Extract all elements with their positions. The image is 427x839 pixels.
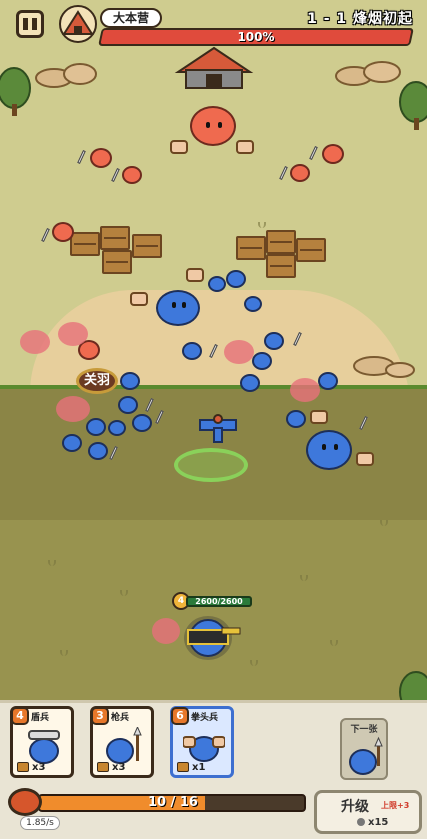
enemy-fist xyxy=(236,140,254,154)
player-big-unit xyxy=(306,430,352,470)
next-card-label: 下一张 xyxy=(350,725,378,735)
hero-name-tag[interactable]: 关羽 xyxy=(76,368,118,394)
tree xyxy=(399,81,427,130)
rocks xyxy=(35,63,97,88)
card-name: 拳头兵 xyxy=(191,713,219,723)
fist-icon xyxy=(183,736,225,762)
player-unit xyxy=(182,342,202,360)
card-count: x3 xyxy=(17,762,45,773)
enemy-unit xyxy=(52,222,74,242)
rally-flag-icon[interactable] xyxy=(196,414,240,450)
player-fist xyxy=(130,292,148,306)
enemy-fist xyxy=(170,140,188,154)
spear-icon xyxy=(106,727,142,764)
player-unit xyxy=(86,418,106,436)
player-unit xyxy=(88,442,108,460)
crate xyxy=(100,226,130,250)
card-name: 枪兵 xyxy=(111,713,130,723)
player-unit xyxy=(286,410,306,428)
enemy-base-building xyxy=(174,46,254,89)
card-shield-soldier[interactable]: 4 盾兵 x3 xyxy=(10,706,74,778)
base-name-label: 大本营 xyxy=(100,8,162,28)
card-cost: 6 xyxy=(171,707,189,725)
card-count: x1 xyxy=(177,762,205,773)
hit-splat xyxy=(224,340,254,364)
player-fist xyxy=(310,410,328,424)
player-unit xyxy=(252,352,272,370)
shield-icon xyxy=(28,730,60,764)
crate xyxy=(296,238,326,262)
card-count: x3 xyxy=(97,762,125,773)
hero-hp-text: 2600/2600 xyxy=(186,596,252,607)
stage-label: 1 - 1 烽烟初起 xyxy=(307,11,413,27)
player-unit xyxy=(244,296,262,312)
enemy-unit xyxy=(90,148,112,168)
base-tent-icon xyxy=(59,5,97,43)
player-unit xyxy=(62,434,82,452)
energy-meter: 10 / 16 1.85/s xyxy=(8,786,308,832)
player-unit xyxy=(132,414,152,432)
hit-splat xyxy=(56,396,90,422)
hit-splat xyxy=(20,330,50,354)
rocks xyxy=(335,61,401,86)
card-cost: 3 xyxy=(91,707,109,725)
player-big-unit xyxy=(156,290,200,326)
hit-splat xyxy=(290,378,320,402)
next-unit-icon xyxy=(349,736,383,775)
rally-point-ring[interactable] xyxy=(174,448,248,482)
player-unit xyxy=(118,396,138,414)
crate xyxy=(266,230,296,254)
upgrade-label: 升级 xyxy=(341,799,369,815)
base-health-bar: 100% xyxy=(98,28,414,46)
hit-splat xyxy=(58,322,88,346)
meat-icon xyxy=(8,788,42,816)
upgrade-cost: x15 xyxy=(357,817,388,828)
player-unit xyxy=(120,372,140,390)
crate xyxy=(266,254,296,278)
player-unit xyxy=(226,270,246,288)
card-name: 盾兵 xyxy=(31,713,50,723)
next-card-preview: 下一张 xyxy=(340,718,388,780)
player-unit xyxy=(208,276,226,292)
hit-splat xyxy=(152,618,180,644)
card-fist-soldier[interactable]: 6 拳头兵 x1 xyxy=(170,706,234,778)
game-stage[interactable]: 关羽 4 2600/2600 100% 大本营 1 - 1 烽烟初起 4 盾兵 xyxy=(0,0,427,839)
upgrade-button[interactable]: 升级 上限+3 x15 xyxy=(314,790,422,834)
player-unit xyxy=(264,332,284,350)
enemy-unit xyxy=(122,166,142,184)
player-unit xyxy=(318,372,338,390)
energy-rate: 1.85/s xyxy=(20,816,60,830)
player-unit xyxy=(108,420,126,436)
player-unit xyxy=(240,374,260,392)
pause-button[interactable] xyxy=(16,10,44,38)
enemy-big-unit xyxy=(190,106,236,146)
base-health-text: 100% xyxy=(237,30,275,44)
player-fist xyxy=(186,268,204,282)
player-hero[interactable] xyxy=(178,610,242,662)
enemy-unit xyxy=(290,164,310,182)
crate xyxy=(70,232,100,256)
upgrade-sub: 上限+3 xyxy=(381,801,410,810)
rocks xyxy=(353,356,415,378)
enemy-unit xyxy=(322,144,344,164)
player-fist xyxy=(356,452,374,466)
crate xyxy=(102,250,132,274)
card-spear-soldier[interactable]: 3 枪兵 x3 xyxy=(90,706,154,778)
crate xyxy=(132,234,162,258)
card-cost: 4 xyxy=(11,707,29,725)
crate xyxy=(236,236,266,260)
energy-text: 10 / 16 xyxy=(148,795,198,810)
hero-hp-bar: 4 2600/2600 xyxy=(172,592,252,610)
